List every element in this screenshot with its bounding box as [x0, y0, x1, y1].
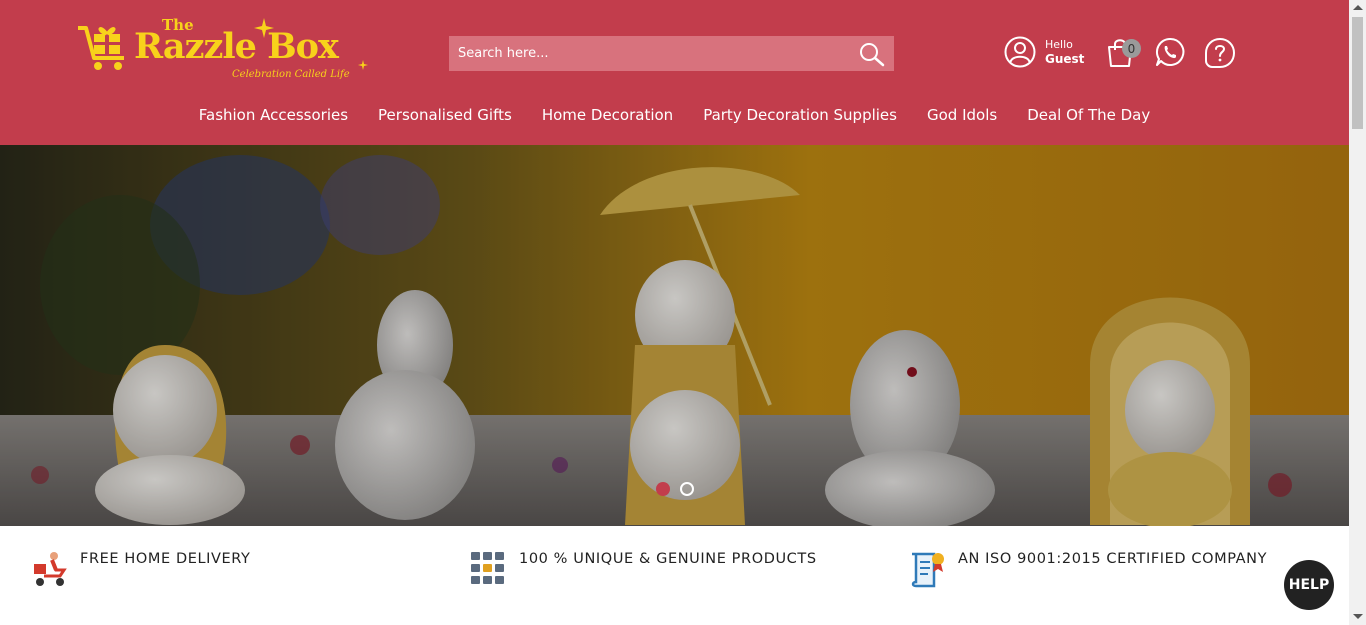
- delivery-scooter-icon: [34, 552, 67, 586]
- search-icon[interactable]: [858, 41, 886, 67]
- banner-image: [0, 145, 1349, 526]
- user-name: Guest: [1045, 52, 1085, 66]
- nav-item-god-idols[interactable]: God Idols: [927, 106, 997, 126]
- search-input[interactable]: [449, 36, 849, 71]
- sparkle-icon: [254, 18, 274, 38]
- feature-label: FREE HOME DELIVERY: [80, 551, 251, 567]
- help-chat-button[interactable]: HELP: [1284, 560, 1334, 610]
- hello-label: Hello: [1045, 38, 1073, 51]
- site-logo[interactable]: The Razzle Box Celebration Called Life: [76, 16, 376, 88]
- certificate-icon: [911, 552, 944, 588]
- feature-label: AN ISO 9001:2015 CERTIFIED COMPANY: [958, 551, 1268, 567]
- user-account-icon[interactable]: [1004, 36, 1036, 68]
- nav-item-personalised-gifts[interactable]: Personalised Gifts: [378, 106, 512, 126]
- feature-free-delivery: FREE HOME DELIVERY: [30, 550, 251, 588]
- nav-item-party-decoration-supplies[interactable]: Party Decoration Supplies: [703, 106, 897, 126]
- carousel-dot-2[interactable]: [680, 482, 694, 496]
- site-header: The Razzle Box Celebration Called Life H…: [0, 0, 1349, 145]
- cart-count-badge: 0: [1122, 39, 1141, 58]
- search-bar: [449, 36, 894, 71]
- scroll-up-arrow-icon[interactable]: [1353, 5, 1363, 10]
- sparkle-icon: [358, 60, 368, 70]
- nav-item-fashion-accessories[interactable]: Fashion Accessories: [199, 106, 348, 126]
- help-question-icon[interactable]: [1204, 37, 1236, 69]
- main-nav: Fashion Accessories Personalised Gifts H…: [0, 106, 1349, 126]
- feature-iso-certified: AN ISO 9001:2015 CERTIFIED COMPANY: [908, 550, 1267, 590]
- user-greeting[interactable]: Hello Guest: [1045, 38, 1084, 66]
- nav-item-home-decoration[interactable]: Home Decoration: [542, 106, 673, 126]
- carousel-dot-1[interactable]: [656, 482, 670, 496]
- product-grid-icon: [471, 552, 504, 584]
- feature-label: 100 % UNIQUE & GENUINE PRODUCTS: [519, 551, 817, 567]
- brand-name: Razzle Box: [134, 26, 339, 67]
- feature-unique-products: 100 % UNIQUE & GENUINE PRODUCTS: [469, 550, 817, 588]
- nav-item-deal-of-the-day[interactable]: Deal Of The Day: [1027, 106, 1150, 126]
- scrollbar-thumb[interactable]: [1352, 17, 1363, 129]
- gift-cart-icon: [78, 26, 124, 70]
- brand-tagline: Celebration Called Life: [232, 69, 350, 80]
- hero-banner[interactable]: [0, 145, 1349, 526]
- scroll-down-arrow-icon[interactable]: [1353, 614, 1363, 619]
- whatsapp-icon[interactable]: [1155, 37, 1185, 67]
